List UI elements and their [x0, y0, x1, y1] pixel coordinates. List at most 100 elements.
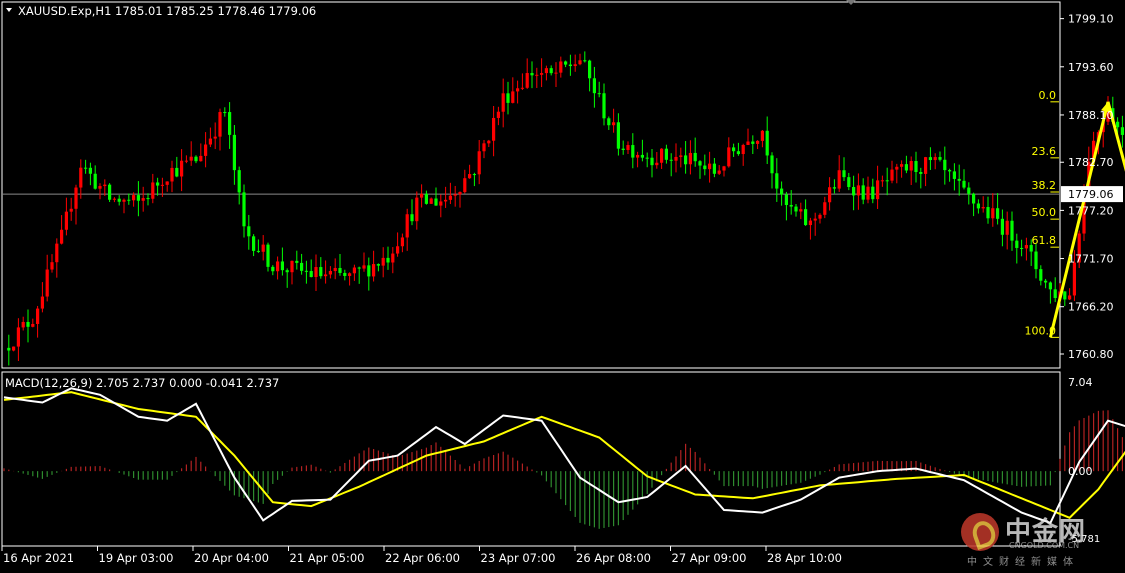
candle-body: [247, 226, 251, 237]
candle-body: [842, 170, 846, 178]
candle-body: [943, 159, 947, 171]
candle-body: [50, 262, 54, 270]
fib-level-label: 61.8: [1032, 234, 1057, 247]
candle-body: [626, 145, 630, 150]
candle-body: [482, 143, 486, 152]
macd-axis-zero: 0.00: [1068, 465, 1093, 478]
candle-body: [252, 236, 256, 251]
candle-body: [1015, 240, 1019, 248]
candle-body: [31, 323, 35, 327]
candle-body: [136, 195, 140, 201]
candle-body: [194, 156, 198, 162]
price-tick-label: 1760.80: [1068, 348, 1114, 361]
candle-body: [60, 229, 64, 244]
candle-body: [952, 171, 956, 179]
candle-body: [1000, 218, 1004, 235]
candle-body: [933, 157, 937, 161]
candle-body: [280, 261, 284, 271]
candle-body: [650, 157, 654, 166]
time-tick-label: 27 Apr 09:00: [672, 551, 747, 565]
candle-body: [434, 198, 438, 206]
fib-level-label: 0.0: [1039, 89, 1057, 102]
fib-level-label: 23.6: [1032, 145, 1057, 158]
candle-body: [708, 163, 712, 170]
candle-body: [357, 267, 361, 269]
candle-body: [74, 187, 78, 209]
candle-body: [703, 165, 707, 170]
time-tick-label: 19 Apr 03:00: [99, 551, 174, 565]
candle-body: [98, 186, 102, 189]
price-chart-svg[interactable]: 0.023.638.250.061.8100.0 XAUUSD.Exp,H1 1…: [0, 0, 1125, 569]
candle-body: [112, 198, 116, 200]
candle-body: [746, 141, 750, 145]
candle-body: [376, 264, 380, 266]
candle-body: [372, 264, 376, 277]
candle-body: [612, 122, 616, 126]
candle-body: [367, 265, 371, 277]
candle-body: [775, 173, 779, 189]
candle-body: [780, 188, 784, 195]
candle-body: [895, 166, 899, 170]
candle-body: [415, 197, 419, 222]
candle-body: [655, 162, 659, 166]
candle-body: [559, 61, 563, 73]
price-panel-border: [1, 1, 1061, 369]
candle-body: [525, 73, 529, 88]
candle-body: [1068, 295, 1072, 300]
candle-body: [213, 136, 217, 139]
candle-body: [904, 164, 908, 171]
candle-body: [324, 274, 328, 277]
candle-body: [976, 203, 980, 209]
current-price-label: 1779.06: [1068, 188, 1114, 201]
candle-body: [208, 138, 212, 145]
candle-body: [736, 151, 740, 155]
candle-body: [957, 178, 961, 181]
candle-body: [420, 193, 424, 198]
candle-body: [847, 177, 851, 188]
candle-body: [165, 181, 169, 185]
candle-body: [760, 130, 764, 141]
candle-body: [832, 187, 836, 189]
candle-body: [271, 266, 275, 272]
candle-body: [132, 195, 136, 201]
candle-body: [981, 207, 985, 209]
candle-body: [141, 198, 145, 201]
candle-body: [1005, 220, 1009, 235]
candle-body: [938, 157, 942, 160]
candle-body: [645, 157, 649, 159]
candle-body: [770, 155, 774, 174]
candle-body: [607, 118, 611, 126]
candle-body: [304, 270, 308, 272]
candle-body: [362, 265, 366, 269]
symbol-dropdown-icon[interactable]: [6, 8, 12, 12]
candle-body: [1072, 262, 1076, 296]
candle-body: [674, 156, 678, 161]
candle-body: [602, 93, 606, 119]
candle-body: [103, 184, 107, 187]
candle-body: [410, 214, 414, 222]
candle-body: [520, 87, 524, 89]
candle-body: [256, 250, 260, 252]
candle-body: [544, 68, 548, 74]
price-tick-label: 1782.70: [1068, 156, 1114, 169]
candle-body: [79, 167, 83, 188]
candle-body: [914, 161, 918, 172]
price-tick-label: 1793.60: [1068, 61, 1114, 74]
candle-body: [151, 182, 155, 199]
time-tick-label: 22 Apr 06:00: [385, 551, 460, 565]
macd-main-line: [3, 387, 1125, 525]
candle-body: [885, 180, 889, 182]
candle-body: [962, 180, 966, 188]
candle-body: [175, 167, 179, 177]
candle-body: [861, 185, 865, 200]
candle-body: [405, 214, 409, 238]
candle-body: [444, 199, 448, 202]
candle-body: [564, 61, 568, 65]
candle-body: [84, 167, 88, 169]
candle-body: [381, 257, 385, 266]
candle-body: [808, 220, 812, 226]
candle-body: [1044, 280, 1048, 283]
candle-body: [549, 68, 553, 74]
price-tick-label: 1766.20: [1068, 301, 1114, 314]
candle-body: [616, 122, 620, 149]
